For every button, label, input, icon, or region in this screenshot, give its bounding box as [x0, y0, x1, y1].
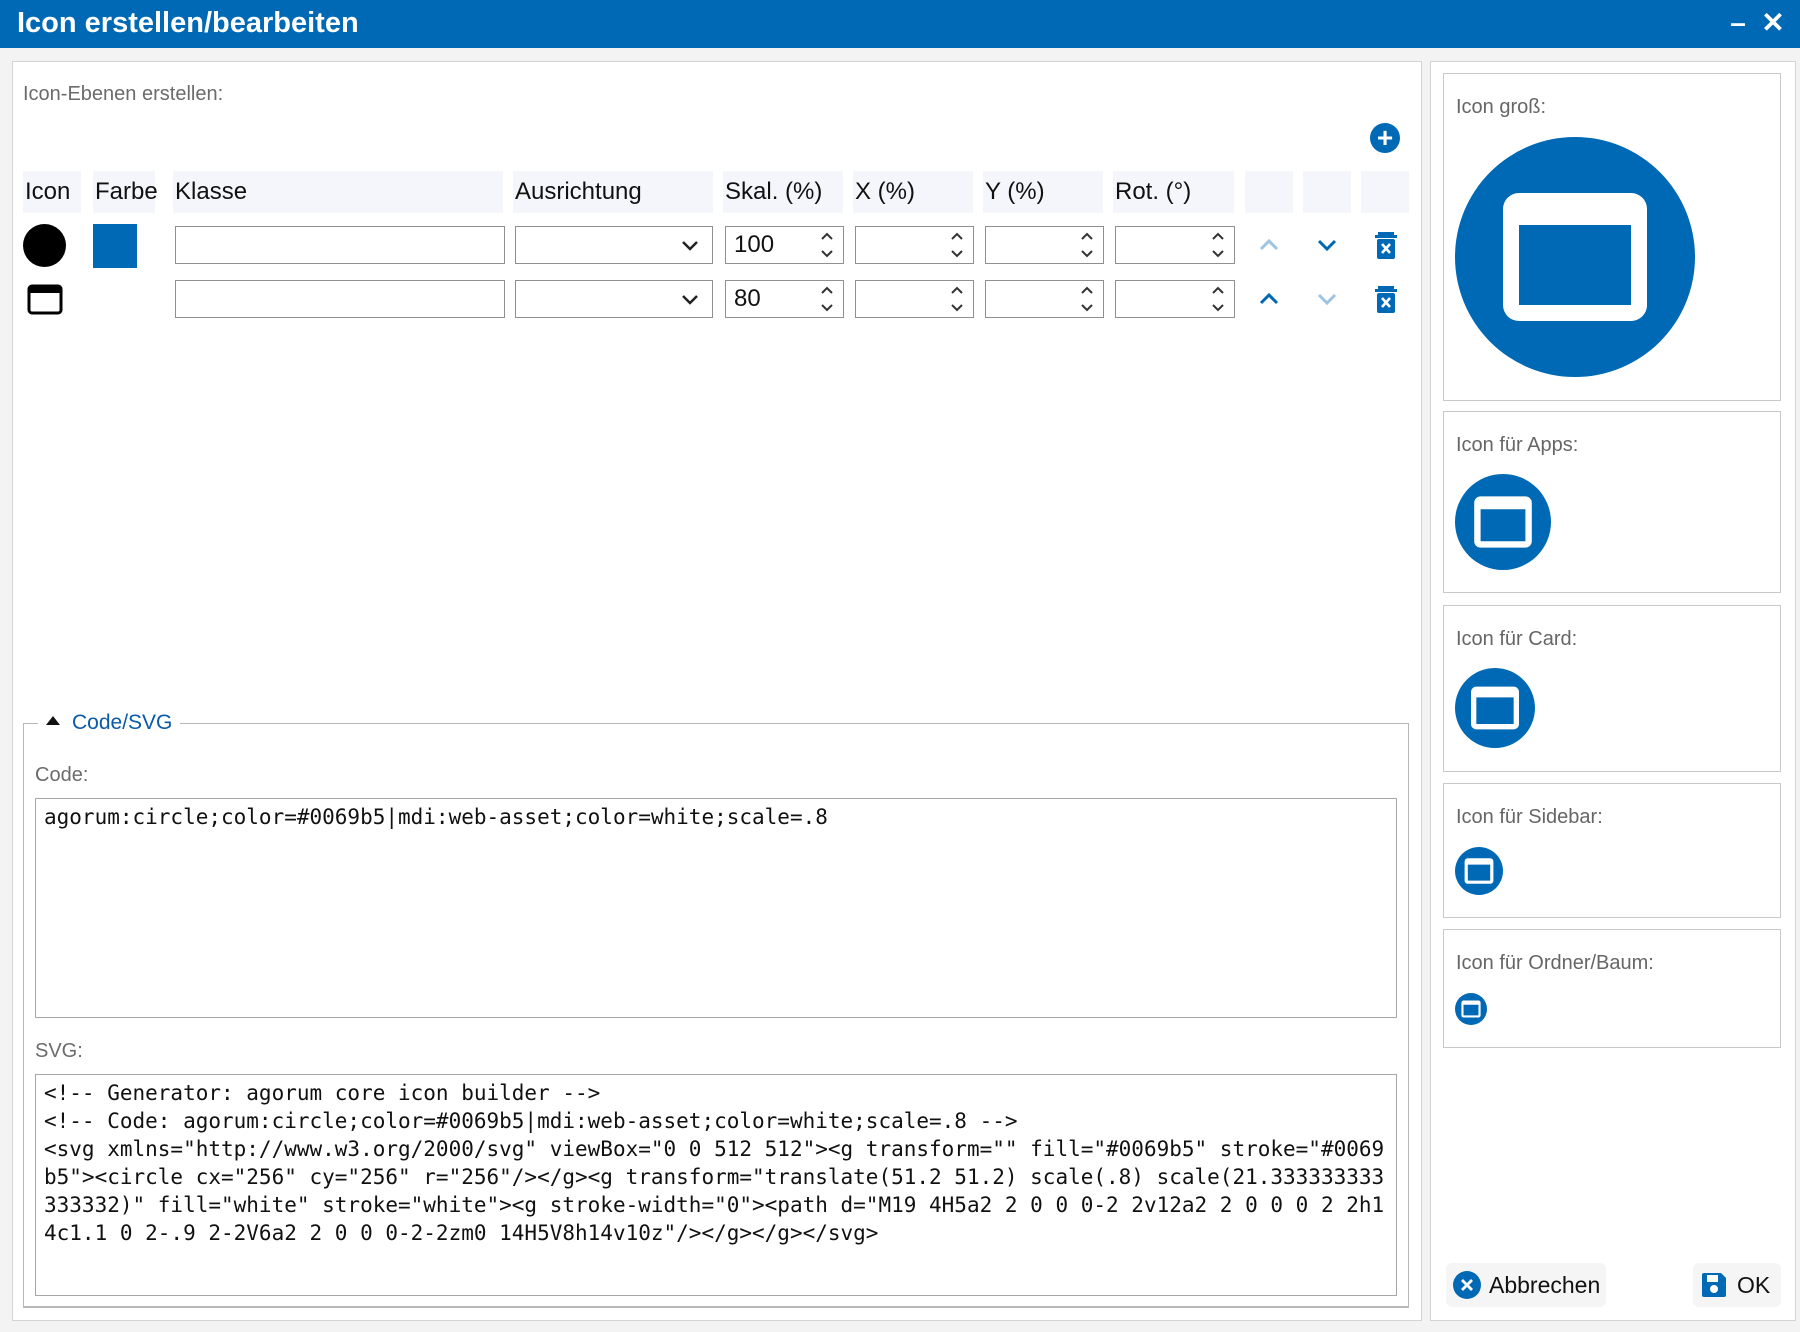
close-button[interactable]: ✕ — [1758, 8, 1788, 38]
rot-input[interactable] — [1115, 280, 1235, 318]
move-down-icon[interactable] — [1312, 230, 1342, 260]
ok-button-label: OK — [1737, 1272, 1771, 1298]
move-up-icon[interactable] — [1254, 230, 1284, 260]
circle-icon — [23, 224, 66, 267]
column-header-x: X (%) — [853, 171, 973, 213]
app-icon-preview-folder — [1455, 993, 1487, 1025]
skal-input[interactable]: 80 — [725, 280, 844, 318]
column-header-move-down — [1303, 171, 1351, 213]
column-header-ausrichtung: Ausrichtung — [513, 171, 713, 213]
klasse-input[interactable] — [175, 226, 505, 264]
code-svg-toggle[interactable]: Code/SVG — [38, 711, 181, 735]
preview-apps-label: Icon für Apps: — [1456, 434, 1579, 456]
save-icon — [1702, 1273, 1726, 1297]
klasse-input[interactable] — [175, 280, 505, 318]
move-down-icon[interactable] — [1312, 284, 1342, 314]
preview-folder: Icon für Ordner/Baum: — [1443, 929, 1781, 1048]
cancel-button[interactable]: Abbrechen — [1446, 1263, 1606, 1307]
preview-sidebar: Icon für Sidebar: — [1443, 783, 1781, 918]
svg-textarea[interactable]: <!-- Generator: agorum core icon builder… — [35, 1074, 1397, 1296]
preview-sidebar-label: Icon für Sidebar: — [1456, 806, 1603, 828]
app-icon-preview-sidebar — [1455, 847, 1503, 895]
ausrichtung-select[interactable] — [515, 280, 713, 318]
column-header-y: Y (%) — [983, 171, 1103, 213]
dialog-window: Icon erstellen/bearbeiten – ✕ Icon-Ebene… — [0, 0, 1800, 1332]
preview-card-label: Icon für Card: — [1456, 628, 1578, 650]
column-header-delete — [1361, 171, 1409, 213]
code-label: Code: — [35, 764, 89, 786]
chevron-down-icon — [682, 295, 698, 305]
layers-section-label: Icon-Ebenen erstellen: — [23, 83, 224, 105]
code-textarea[interactable]: agorum:circle;color=#0069b5|mdi:web-asse… — [35, 798, 1397, 1018]
spinner-icon[interactable] — [1079, 229, 1095, 261]
spinner-icon[interactable] — [819, 283, 835, 315]
preview-large-label: Icon groß: — [1456, 96, 1547, 118]
move-up-icon[interactable] — [1254, 284, 1284, 314]
ok-button[interactable]: OK — [1693, 1263, 1781, 1307]
minimize-button[interactable]: – — [1723, 8, 1753, 38]
cancel-icon — [1453, 1271, 1481, 1299]
chevron-down-icon — [682, 241, 698, 251]
spinner-icon[interactable] — [949, 283, 965, 315]
collapse-triangle-icon — [46, 715, 60, 725]
spinner-icon[interactable] — [1210, 229, 1226, 261]
delete-icon[interactable] — [1373, 284, 1399, 314]
spinner-icon[interactable] — [1079, 283, 1095, 315]
ausrichtung-select[interactable] — [515, 226, 713, 264]
y-input[interactable] — [985, 280, 1104, 318]
column-header-farbe: Farbe — [93, 171, 158, 213]
title-bar: Icon erstellen/bearbeiten – ✕ — [0, 0, 1800, 48]
web-asset-icon — [27, 284, 63, 315]
column-header-icon: Icon — [23, 171, 81, 213]
cancel-button-label: Abbrechen — [1489, 1272, 1601, 1298]
x-input[interactable] — [855, 280, 974, 318]
preview-large: Icon groß: — [1443, 73, 1781, 401]
color-swatch[interactable] — [93, 224, 137, 268]
spinner-icon[interactable] — [1210, 283, 1226, 315]
app-icon-preview-card — [1455, 668, 1535, 748]
svg-label: SVG: — [35, 1040, 83, 1062]
column-header-skal: Skal. (%) — [723, 171, 843, 213]
spinner-icon[interactable] — [949, 229, 965, 261]
column-header-klasse: Klasse — [173, 171, 503, 213]
rot-input[interactable] — [1115, 226, 1235, 264]
delete-icon[interactable] — [1373, 230, 1399, 260]
y-input[interactable] — [985, 226, 1104, 264]
skal-input[interactable]: 100 — [725, 226, 844, 264]
dialog-title: Icon erstellen/bearbeiten — [17, 7, 359, 39]
app-icon-preview-large — [1455, 137, 1695, 377]
preview-card: Icon für Card: — [1443, 605, 1781, 772]
column-header-rot: Rot. (°) — [1113, 171, 1234, 213]
x-input[interactable] — [855, 226, 974, 264]
app-icon-preview-apps — [1455, 474, 1551, 570]
column-header-move-up — [1245, 171, 1293, 213]
spinner-icon[interactable] — [819, 229, 835, 261]
code-svg-legend-label: Code/SVG — [72, 711, 173, 734]
preview-apps: Icon für Apps: — [1443, 411, 1781, 593]
preview-folder-label: Icon für Ordner/Baum: — [1456, 952, 1654, 974]
add-layer-button[interactable]: + — [1370, 123, 1400, 153]
